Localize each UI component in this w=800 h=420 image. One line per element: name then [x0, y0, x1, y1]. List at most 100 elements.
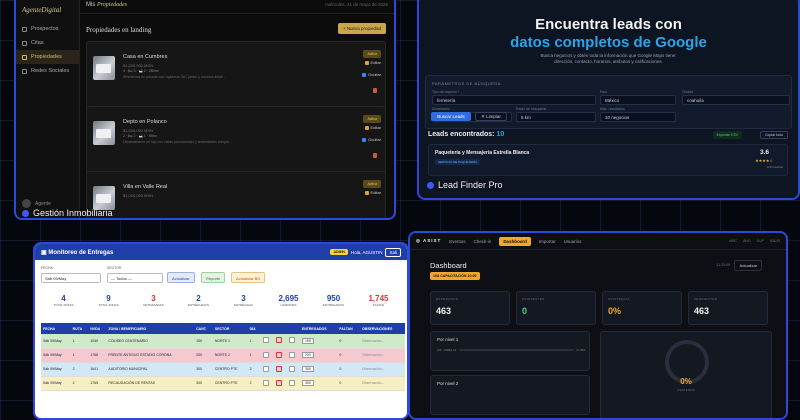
- max-results-select[interactable]: 10 negocios: [600, 112, 676, 122]
- tab-checkin[interactable]: Check-in: [474, 239, 492, 244]
- cell-delivered: 300: [299, 376, 338, 391]
- search-leads-button[interactable]: Buscar Leads: [431, 112, 471, 121]
- checkbox[interactable]: [288, 365, 295, 372]
- column-header[interactable]: [286, 323, 300, 334]
- stat-value: 1,745: [368, 294, 389, 303]
- tab-dashboard[interactable]: Dashboard: [499, 236, 531, 246]
- radius-select[interactable]: 5 km: [516, 112, 596, 122]
- sidebar-item-propiedades[interactable]: Propiedades: [16, 50, 79, 64]
- edit-button[interactable]: Editar: [364, 125, 381, 130]
- table-row[interactable]: Sáb 09/May 1 1768 FRENTE ANTIGUO ESTADIO…: [41, 348, 405, 363]
- leads-count: Leads encontrados: 10: [428, 131, 505, 138]
- checkbox[interactable]: [275, 365, 282, 372]
- checkbox[interactable]: [288, 351, 295, 358]
- column-header[interactable]: FECHA: [41, 323, 71, 334]
- city-input[interactable]: coahuila: [682, 95, 790, 105]
- column-header[interactable]: RUTA: [70, 323, 89, 334]
- business-type-input[interactable]: ferretería: [432, 95, 596, 105]
- logout-button[interactable]: Sali: [385, 247, 401, 257]
- observations-input[interactable]: Observación...: [359, 362, 405, 377]
- sidebar-item-citas[interactable]: Citas: [16, 36, 79, 50]
- observations-input[interactable]: Observación...: [359, 348, 405, 363]
- property-card: Villa en Valle Real $1,000,000 MXN Activ…: [86, 171, 386, 218]
- hide-button[interactable]: Ocultar: [362, 137, 381, 142]
- checkbox[interactable]: [262, 365, 269, 372]
- cell-check: [273, 334, 287, 349]
- rating-value: 3.6: [759, 149, 769, 156]
- property-desc: Departamento de lujo con vistas panorámi…: [123, 140, 232, 144]
- checkbox[interactable]: [288, 379, 295, 386]
- property-price: $1,000,000 MXN: [123, 128, 154, 133]
- table-row[interactable]: Sáb 09/May 2 1641 AUDITORIO MUNICIPAL 30…: [41, 362, 405, 377]
- observations-input[interactable]: Observación...: [359, 334, 405, 349]
- cell-day: 2: [247, 362, 261, 377]
- hero-title-accent: datos completos de Google: [510, 34, 707, 51]
- column-header[interactable]: SECTOR: [212, 323, 248, 334]
- status-badge: Activa: [363, 50, 381, 58]
- table-row[interactable]: Sáb 09/May 1 1040 COLISEO CENTENARIO 150…: [41, 334, 405, 349]
- stat-label: ENTREGADOS: [322, 303, 344, 307]
- column-header[interactable]: DÍA: [247, 323, 261, 334]
- delivered-input[interactable]: 200: [301, 352, 314, 358]
- refresh-button[interactable]: Actualizar: [734, 260, 762, 271]
- sector-select[interactable]: — Todos —: [107, 273, 163, 283]
- trash-icon[interactable]: [373, 88, 377, 93]
- lead-card[interactable]: Paquetería y Mensajería Estrella Blanca …: [428, 144, 788, 176]
- checkbox[interactable]: [275, 379, 282, 386]
- column-header[interactable]: [273, 323, 287, 334]
- cell-remaining: 0: [337, 376, 360, 391]
- main-content: Mis Propiedades miércoles, 21 de mayo de…: [80, 0, 394, 218]
- delivered-input[interactable]: 150: [301, 337, 314, 344]
- checkbox[interactable]: [262, 351, 269, 358]
- trash-icon[interactable]: [373, 153, 377, 158]
- delivered-input[interactable]: 300: [301, 366, 314, 372]
- property-price: $1,000,000 MXN: [123, 193, 154, 198]
- checkbox[interactable]: [262, 379, 269, 386]
- column-header[interactable]: NVDA: [88, 323, 107, 334]
- menu-item[interactable]: MBC: [729, 239, 737, 243]
- observations-input[interactable]: Observación...: [359, 376, 405, 391]
- checkbox[interactable]: [275, 337, 282, 344]
- date-select[interactable]: Sáb 09/May: [41, 273, 101, 283]
- update-db-button[interactable]: Actualizar BD: [231, 272, 266, 283]
- column-header[interactable]: ZONA / BENEFICIARIO: [106, 323, 195, 334]
- clear-button[interactable]: ✕ Limpiar: [475, 112, 507, 121]
- export-csv-button[interactable]: Exportar CSV: [712, 131, 742, 139]
- tab-importar[interactable]: Importar: [539, 239, 556, 244]
- tab-usuarios[interactable]: Usuarios: [564, 239, 582, 244]
- column-header[interactable]: [260, 323, 274, 334]
- copy-all-button[interactable]: Copiar todo: [759, 131, 788, 139]
- logout-button[interactable]: SALIR: [770, 239, 780, 243]
- menu-item[interactable]: ANG: [743, 239, 751, 243]
- checkbox[interactable]: [262, 337, 269, 344]
- user-menu[interactable]: Agente: [22, 199, 51, 208]
- sidebar-item-prospectos[interactable]: Prospectos: [16, 22, 79, 36]
- refresh-button[interactable]: Actualizar: [167, 272, 195, 283]
- delivered-input[interactable]: 300: [301, 380, 314, 386]
- cell-zone: COLISEO CENTENARIO: [106, 334, 195, 349]
- property-card: Casa en Cumbres $1,000,000 MXN 4 · 🛏 3 ·…: [86, 41, 386, 111]
- progress-bar: [459, 349, 574, 351]
- country-input[interactable]: México: [600, 95, 676, 105]
- column-header[interactable]: ENTREGADOS: [299, 323, 338, 334]
- cell-remaining: 0: [337, 334, 360, 349]
- stat-card: 2,695 CAMIONES: [266, 294, 311, 316]
- sidebar-item-redes[interactable]: Redes Sociales: [16, 64, 79, 78]
- cell-route: 2: [70, 362, 89, 377]
- edit-button[interactable]: Editar: [364, 190, 381, 195]
- hide-button[interactable]: Ocultar: [362, 72, 381, 77]
- tab-eventos[interactable]: Eventos: [449, 239, 465, 244]
- checkbox[interactable]: [275, 351, 282, 358]
- column-header[interactable]: CANT.: [194, 323, 213, 334]
- table-header: FECHA RUTA NVDA ZONA / BENEFICIARIO CANT. SEC…: [41, 323, 405, 334]
- stat-label: TOTAL RUTAS: [53, 303, 74, 307]
- column-header[interactable]: FALTAN: [337, 323, 360, 334]
- table-row[interactable]: Sáb 09/May 2 1765 RECAUDACIÓN DE RENTAS …: [41, 376, 405, 391]
- checkbox[interactable]: [288, 337, 295, 344]
- column-header[interactable]: OBSERVACIONES: [359, 323, 405, 334]
- edit-button[interactable]: Editar: [364, 60, 381, 65]
- menu-item[interactable]: SUP: [757, 239, 764, 243]
- report-button[interactable]: Reporte: [201, 272, 226, 283]
- new-property-button[interactable]: + Nueva propiedad: [337, 23, 386, 34]
- top-nav: ◎ ASIST Eventos Check-in Dashboard Impor…: [410, 233, 786, 250]
